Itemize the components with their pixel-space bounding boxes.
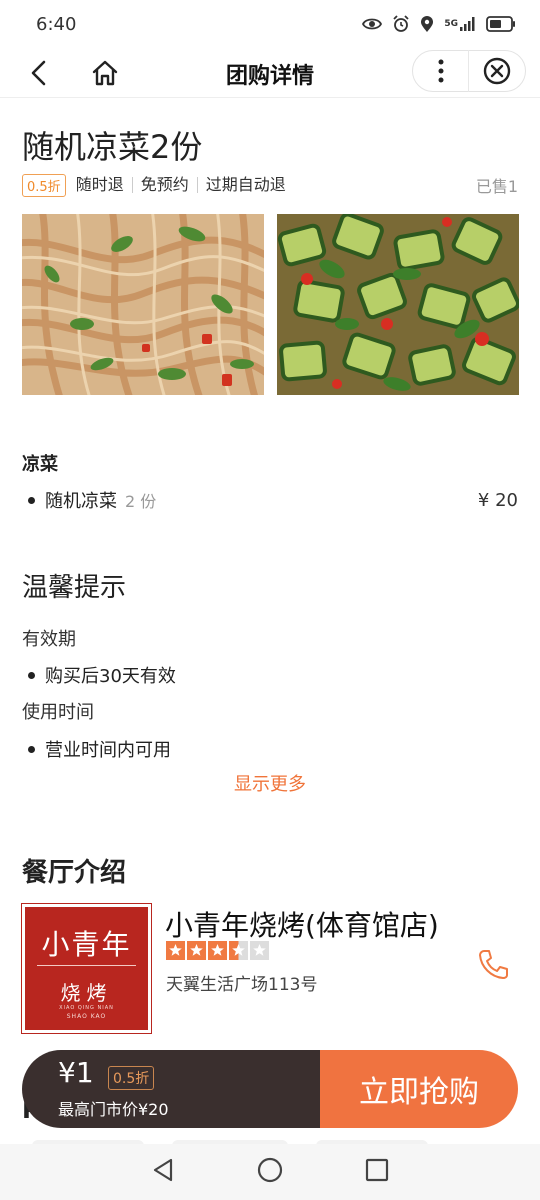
restaurant-section-title: 餐厅介绍 (22, 858, 127, 888)
market-price: 最高门市价¥20 (58, 1100, 169, 1119)
restaurant-address[interactable]: 天翼生活广场113号 (166, 970, 317, 995)
restaurant-name[interactable]: 小青年烧烤(体育馆店) (165, 904, 439, 944)
menu-item-price: ¥ 20 (477, 489, 518, 511)
star-icon (208, 941, 227, 960)
buy-bar: ¥1 0.5折 最高门市价¥20 立即抢购 (22, 1050, 518, 1128)
bullet-dot (28, 671, 35, 679)
system-navigation-bar (0, 1144, 540, 1200)
status-time: 6:40 (36, 13, 77, 35)
status-bar: 6:40 5G (0, 0, 540, 48)
back-triangle-icon[interactable] (151, 1157, 175, 1187)
more-button[interactable] (413, 50, 469, 92)
menu-category-title: 凉菜 (22, 454, 58, 475)
close-button[interactable] (469, 50, 525, 92)
discount-badge: 0.5折 (22, 173, 66, 197)
recents-square-icon[interactable] (365, 1158, 389, 1186)
restaurant-logo[interactable]: 小青年 烧烤 XIAO QING NIAN SHAO KAO (21, 903, 152, 1034)
bullet-dot (28, 496, 35, 504)
logo-text-bottom: 烧烤 (60, 981, 113, 1005)
logo-pinyin-2: SHAO KAO (66, 1013, 107, 1020)
product-image-cucumber[interactable] (277, 214, 519, 395)
logo-divider (37, 965, 136, 966)
deal-price: ¥1 (58, 1056, 94, 1089)
tag-refund-anytime: 随时退 (75, 175, 124, 194)
network-label: 5G (444, 19, 458, 29)
product-tags: 0.5折 随时退 免预约 过期自动退 已售1 (22, 173, 518, 197)
eye-icon (362, 17, 383, 31)
star-icon (250, 941, 269, 960)
usage-time-label: 使用时间 (22, 702, 94, 723)
validity-value: 购买后30天有效 (45, 666, 176, 687)
tag-no-reservation: 免预约 (131, 177, 197, 193)
menu-item-name: 随机凉菜 (45, 491, 117, 512)
usage-time-item: 营业时间内可用 (22, 736, 171, 762)
phone-icon (479, 950, 508, 979)
rating-stars (166, 941, 269, 960)
star-icon (187, 941, 206, 960)
mini-program-capsule (412, 50, 526, 92)
show-more-link[interactable]: 显示更多 (0, 770, 540, 796)
product-title: 随机凉菜2份 (22, 128, 203, 166)
logo-text-top: 小青年 (41, 928, 132, 961)
menu-item: 随机凉菜 2 份 ¥ 20 (22, 487, 518, 513)
tag-auto-refund: 过期自动退 (196, 177, 294, 193)
validity-item: 购买后30天有效 (22, 662, 176, 688)
buy-now-button[interactable]: 立即抢购 (320, 1050, 518, 1128)
menu-item-qty: 2 份 (125, 492, 157, 511)
battery-icon (486, 16, 516, 32)
validity-label: 有效期 (22, 629, 76, 650)
logo-pinyin-1: XIAO QING NIAN (59, 1005, 114, 1011)
home-circle-icon[interactable] (257, 1157, 283, 1187)
star-icon (229, 941, 248, 960)
star-icon (166, 941, 185, 960)
tips-title: 温馨提示 (22, 573, 127, 603)
phone-button[interactable] (478, 948, 508, 980)
deal-discount-badge: 0.5折 (108, 1066, 155, 1090)
signal-icon: 5G (444, 17, 476, 31)
nav-bar: 团购详情 (0, 48, 540, 98)
more-vertical-icon (438, 59, 443, 83)
usage-time-value: 营业时间内可用 (45, 740, 171, 761)
location-icon (420, 15, 434, 33)
status-icons: 5G (362, 15, 516, 33)
close-circle-icon (483, 57, 511, 85)
alarm-icon (392, 15, 410, 33)
price-panel: ¥1 0.5折 最高门市价¥20 (22, 1050, 320, 1128)
product-image-tofu-skin[interactable] (22, 214, 264, 395)
bullet-dot (28, 745, 35, 753)
sold-count: 已售1 (475, 177, 518, 196)
